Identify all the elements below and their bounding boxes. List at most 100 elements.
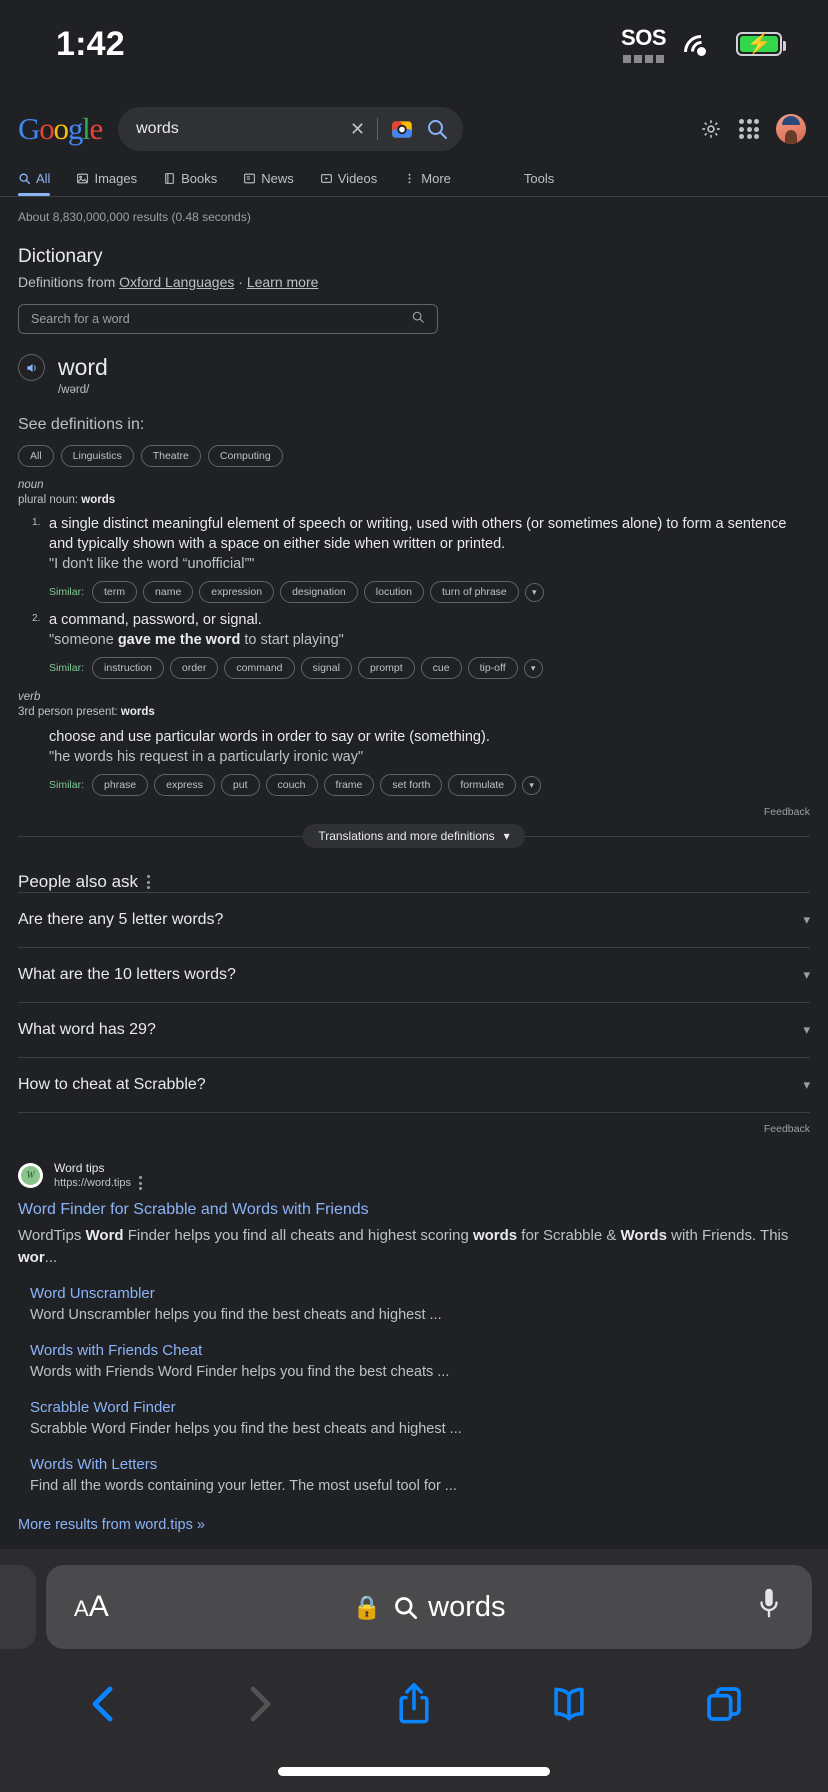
similar-row: Similar: phrase express put couch frame … — [49, 774, 810, 796]
tab-more[interactable]: More — [403, 160, 451, 196]
definition-text: choose and use particular words in order… — [49, 729, 490, 745]
similar-chip[interactable]: term — [92, 581, 138, 603]
similar-chip[interactable]: instruction — [92, 657, 164, 679]
share-icon[interactable] — [383, 1673, 445, 1735]
chevron-down-icon[interactable]: ▾ — [523, 658, 543, 678]
definition-example: "I don't like the word “unofficial”" — [49, 554, 810, 574]
favicon-letter: W — [21, 1166, 40, 1185]
tab-news[interactable]: News — [243, 160, 294, 196]
dictionary-title: Dictionary — [18, 246, 103, 267]
kebab-icon[interactable] — [139, 1176, 143, 1190]
similar-chip[interactable]: put — [220, 774, 260, 796]
dictionary-source: Definitions from Oxford Languages · Lear… — [0, 268, 828, 290]
paa-question[interactable]: What word has 29? ▾ — [18, 1002, 810, 1057]
previous-tab-card[interactable] — [0, 1565, 36, 1649]
inflection-value: words — [81, 494, 116, 506]
similar-chip[interactable]: prompt — [357, 657, 415, 679]
google-lens-icon[interactable] — [389, 116, 415, 142]
tab-videos[interactable]: Videos — [320, 160, 377, 196]
sitelink-title[interactable]: Scrabble Word Finder — [30, 1399, 810, 1416]
snippet-part: WordTips — [18, 1227, 86, 1244]
chevron-down-icon[interactable]: ▾ — [803, 1077, 810, 1093]
similar-chip[interactable]: order — [169, 657, 219, 679]
chevron-down-icon[interactable]: ▾ — [803, 1022, 810, 1038]
search-icon[interactable] — [425, 117, 449, 141]
phone-screen: 1:42 SOS ⚡ G o o g l e words ✕ All Image… — [0, 0, 828, 1792]
similar-chip[interactable]: cue — [420, 657, 462, 679]
chevron-down-icon[interactable]: ▾ — [803, 912, 810, 928]
learn-more-link[interactable]: Learn more — [247, 274, 319, 290]
avatar[interactable] — [776, 114, 806, 144]
sitelink-title[interactable]: Word Unscrambler — [30, 1285, 810, 1302]
apps-grid-icon[interactable] — [739, 119, 759, 139]
paa-question[interactable]: How to cheat at Scrabble? ▾ — [18, 1057, 810, 1112]
similar-chip[interactable]: name — [143, 581, 194, 603]
tabs-icon[interactable] — [693, 1673, 755, 1735]
battery-charging-icon: ⚡ — [736, 32, 786, 56]
kebab-icon[interactable] — [147, 875, 151, 889]
snippet-part: Words — [620, 1227, 667, 1244]
chevron-down-icon[interactable]: ▾ — [522, 775, 542, 795]
tools-button[interactable]: Tools — [524, 171, 554, 186]
word-search-input[interactable]: Search for a word — [18, 304, 438, 334]
site-name: Word tips — [54, 1161, 105, 1175]
similar-chip[interactable]: locution — [363, 581, 424, 603]
paa-question[interactable]: What are the 10 letters words? ▾ — [18, 947, 810, 1002]
domain-chip[interactable]: All — [18, 445, 54, 467]
microphone-icon[interactable] — [754, 1585, 784, 1630]
similar-chip[interactable]: couch — [265, 774, 318, 796]
tab-images[interactable]: Images — [76, 160, 137, 196]
similar-chip[interactable]: tip-off — [467, 657, 518, 679]
similar-chip[interactable]: express — [154, 774, 215, 796]
close-icon[interactable]: ✕ — [342, 119, 373, 140]
back-chevron-icon[interactable] — [73, 1673, 135, 1735]
sitelink-title[interactable]: Words With Letters — [30, 1456, 810, 1473]
tab-label: Images — [94, 170, 138, 186]
domain-chip[interactable]: Linguistics — [60, 445, 134, 467]
search-icon[interactable] — [411, 310, 425, 329]
translations-section: Translations and more definitions ▾ — [18, 824, 810, 848]
paa-feedback-link[interactable]: Feedback — [0, 1113, 828, 1135]
chevron-down-icon[interactable]: ▾ — [524, 582, 544, 602]
sitelink-title[interactable]: Words with Friends Cheat — [30, 1342, 810, 1359]
speaker-icon[interactable] — [18, 354, 45, 381]
inflection-label: plural noun: — [18, 494, 82, 506]
snippet-part: ... — [44, 1249, 58, 1266]
similar-chip[interactable]: frame — [323, 774, 375, 796]
snippet-part: for Scrabble & — [517, 1227, 621, 1244]
similar-chip[interactable]: expression — [199, 581, 275, 603]
result-title-link[interactable]: Word Finder for Scrabble and Words with … — [18, 1201, 810, 1219]
similar-chip[interactable]: set forth — [380, 774, 443, 796]
translations-button[interactable]: Translations and more definitions ▾ — [302, 824, 526, 848]
result-header: W Word tips https://word.tips — [18, 1161, 810, 1190]
gear-icon[interactable] — [700, 118, 722, 140]
search-input[interactable]: words — [136, 120, 342, 138]
similar-chip[interactable]: signal — [300, 657, 352, 679]
similar-chip[interactable]: phrase — [92, 774, 149, 796]
chevron-down-icon[interactable]: ▾ — [803, 967, 810, 983]
snippet-part: with Friends. This — [666, 1227, 789, 1244]
oxford-languages-link[interactable]: Oxford Languages — [119, 274, 234, 290]
safari-address-bar[interactable]: AA 🔒 words — [46, 1565, 812, 1649]
search-box[interactable]: words ✕ — [118, 107, 464, 151]
similar-chip[interactable]: formulate — [448, 774, 517, 796]
paa-question[interactable]: Are there any 5 letter words? ▾ — [18, 892, 810, 947]
similar-chip[interactable]: turn of phrase — [429, 581, 519, 603]
text-size-button[interactable]: AA — [74, 1590, 109, 1624]
source-separator: · — [234, 274, 247, 290]
tab-books[interactable]: Books — [163, 160, 217, 196]
dictionary-feedback-link[interactable]: Feedback — [0, 796, 828, 818]
domain-chip[interactable]: Theatre — [140, 445, 201, 467]
similar-chip[interactable]: command — [224, 657, 295, 679]
definition-item: choose and use particular words in order… — [49, 727, 810, 796]
similar-chip[interactable]: designation — [280, 581, 358, 603]
more-results-link[interactable]: More results from word.tips » — [18, 1517, 810, 1533]
divider — [377, 118, 379, 140]
book-icon[interactable] — [538, 1673, 600, 1735]
tab-label: All — [36, 170, 51, 186]
tab-all[interactable]: All — [18, 160, 51, 196]
google-logo[interactable]: G o o g l e — [18, 111, 103, 147]
news-icon — [243, 172, 256, 185]
domain-chip[interactable]: Computing — [207, 445, 283, 467]
sitelink-snippet: Word Unscrambler helps you find the best… — [30, 1307, 442, 1323]
